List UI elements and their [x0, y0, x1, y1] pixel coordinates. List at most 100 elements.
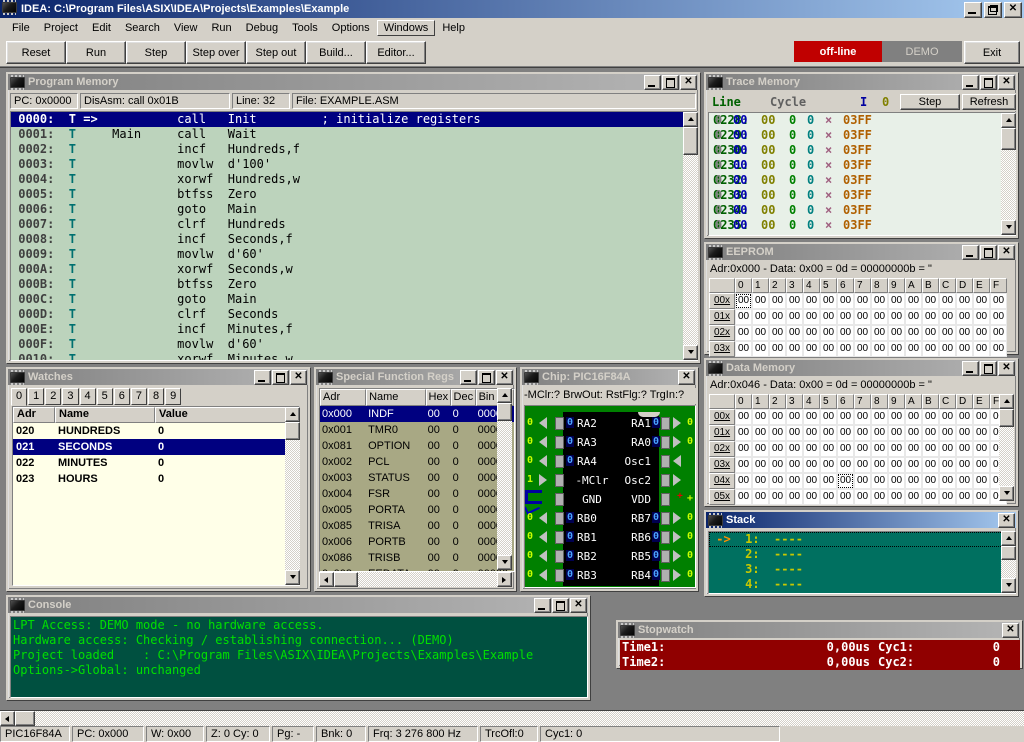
data-memory-cell[interactable]: 00: [905, 489, 922, 505]
data-memory-cell[interactable]: 00: [973, 473, 990, 489]
data-memory-cell[interactable]: 00: [820, 441, 837, 457]
close-icon[interactable]: ✕: [998, 245, 1015, 260]
program-memory-row[interactable]: 000C: T goto Main: [11, 292, 697, 307]
eeprom-cell[interactable]: 00: [786, 341, 803, 357]
console-title-bar[interactable]: Console ✕: [8, 597, 588, 613]
data-memory-cell[interactable]: 00: [922, 441, 939, 457]
program-memory-row[interactable]: 0000: T => call Init ; initialize regist…: [11, 112, 697, 127]
program-memory-row[interactable]: 0009: T movlw d'60': [11, 247, 697, 262]
data-memory-row-header[interactable]: 01x: [709, 425, 735, 441]
trace-step-button[interactable]: Step: [900, 94, 960, 110]
program-memory-listing[interactable]: 0000: T => call Init ; initialize regist…: [10, 111, 698, 361]
eeprom-cell[interactable]: 00: [871, 293, 888, 309]
data-memory-cell[interactable]: 00: [888, 409, 905, 425]
maximize-icon[interactable]: [980, 245, 997, 260]
trace-memory-row[interactable]: 0229: 0 00 00 0 0 × 03FF: [709, 128, 1015, 143]
sfr-vertical-scrollbar[interactable]: [497, 388, 512, 570]
sfr-title-bar[interactable]: Special Function Regs ✕: [316, 369, 514, 385]
data-memory-cell[interactable]: 00: [956, 409, 973, 425]
eeprom-cell[interactable]: 00: [735, 293, 752, 309]
data-memory-cell[interactable]: 00: [973, 425, 990, 441]
exit-button[interactable]: Exit: [964, 41, 1020, 64]
data-memory-cell[interactable]: 00: [769, 409, 786, 425]
eeprom-cell[interactable]: 00: [854, 309, 871, 325]
data-memory-cell[interactable]: 00: [871, 473, 888, 489]
eeprom-cell[interactable]: 00: [956, 309, 973, 325]
eeprom-cell[interactable]: 00: [769, 293, 786, 309]
chip-diagram[interactable]: 0 0 RA2 RA1 0 0 0 0 RA3 RA0 0 0 0 0 RA4 Osc1 1 -MClr Osc2 G…: [524, 405, 696, 588]
data-memory-cell[interactable]: 00: [871, 409, 888, 425]
menu-bar[interactable]: File Project Edit Search View Run Debug …: [0, 18, 1024, 38]
scroll-down-icon[interactable]: [497, 555, 512, 570]
minimize-icon[interactable]: [962, 245, 979, 260]
scroll-thumb[interactable]: [999, 409, 1014, 427]
step-over-button[interactable]: Step over: [186, 41, 246, 64]
menu-search[interactable]: Search: [118, 20, 167, 36]
program-memory-row[interactable]: 000F: T movlw d'60': [11, 337, 697, 352]
data-memory-cell[interactable]: 00: [956, 441, 973, 457]
watches-tab-7[interactable]: 7: [130, 388, 147, 405]
chip-title-bar[interactable]: Chip: PIC16F84A ✕: [522, 369, 696, 385]
menu-project[interactable]: Project: [37, 20, 85, 36]
data-memory-cell[interactable]: 00: [803, 457, 820, 473]
scroll-left-icon[interactable]: [0, 711, 15, 726]
minimize-icon[interactable]: [962, 75, 979, 90]
data-memory-cell[interactable]: 00: [939, 425, 956, 441]
sfr-row[interactable]: 0x000 INDF 00 0 00000: [320, 406, 514, 422]
data-memory-cell[interactable]: 00: [922, 489, 939, 505]
eeprom-cell[interactable]: 00: [990, 293, 1007, 309]
eeprom-cell[interactable]: 00: [803, 341, 820, 357]
eeprom-cell[interactable]: 00: [837, 325, 854, 341]
data-memory-cell[interactable]: 00: [973, 457, 990, 473]
trace-memory-listing[interactable]: 0228: 0 00 00 0 0 × 03FF 0229: 0 00 00 0 0 × 03FF 0230: 0…: [708, 112, 1016, 236]
trace-memory-row[interactable]: 0228: 0 00 00 0 0 × 03FF: [709, 113, 1015, 128]
scroll-down-icon[interactable]: [683, 345, 698, 360]
eeprom-cell[interactable]: 00: [769, 309, 786, 325]
data-memory-cell[interactable]: 00: [922, 425, 939, 441]
eeprom-cell[interactable]: 00: [786, 309, 803, 325]
program-memory-row[interactable]: 0008: T incf Seconds,f: [11, 232, 697, 247]
step-out-button[interactable]: Step out: [246, 41, 306, 64]
data-memory-row-header[interactable]: 02x: [709, 441, 735, 457]
data-memory-cell[interactable]: 00: [871, 489, 888, 505]
data-memory-cell[interactable]: 00: [905, 425, 922, 441]
watches-row[interactable]: 020 HUNDREDS 0: [13, 423, 299, 439]
data-memory-cell[interactable]: 00: [837, 441, 854, 457]
step-button[interactable]: Step: [126, 41, 186, 64]
eeprom-cell[interactable]: 00: [854, 293, 871, 309]
sfr-row[interactable]: 0x085 TRISA 00 0 00000: [320, 518, 514, 534]
eeprom-cell[interactable]: 00: [820, 325, 837, 341]
watches-tab-strip[interactable]: 0123456789: [11, 388, 182, 406]
program-memory-row[interactable]: 000E: T incf Minutes,f: [11, 322, 697, 337]
minimize-icon[interactable]: [962, 361, 979, 376]
watches-scrollbar[interactable]: [285, 407, 300, 585]
eeprom-cell[interactable]: 00: [854, 325, 871, 341]
sfr-row[interactable]: 0x086 TRISB 00 0 00000: [320, 550, 514, 566]
eeprom-cell[interactable]: 00: [735, 325, 752, 341]
scroll-thumb[interactable]: [15, 711, 35, 726]
close-icon[interactable]: ✕: [998, 75, 1015, 90]
program-memory-row[interactable]: 0001: T Main call Wait: [11, 127, 697, 142]
eeprom-cell[interactable]: 00: [922, 309, 939, 325]
data-memory-cell[interactable]: 00: [803, 425, 820, 441]
eeprom-cell[interactable]: 00: [973, 325, 990, 341]
data-memory-cell[interactable]: 00: [769, 441, 786, 457]
console-output[interactable]: LPT Access: DEMO mode - no hardware acce…: [10, 616, 588, 698]
sfr-row[interactable]: 0x003 STATUS 00 0 00000: [320, 470, 514, 486]
data-memory-cell[interactable]: 00: [786, 489, 803, 505]
data-memory-cell[interactable]: 00: [888, 489, 905, 505]
stack-scrollbar[interactable]: [1001, 531, 1016, 593]
data-memory-cell[interactable]: 00: [871, 441, 888, 457]
mdi-horizontal-scrollbar[interactable]: [0, 710, 1024, 726]
program-memory-row[interactable]: 000D: T clrf Seconds: [11, 307, 697, 322]
data-memory-cell[interactable]: 00: [786, 425, 803, 441]
data-memory-cell[interactable]: 00: [939, 409, 956, 425]
watches-tab-8[interactable]: 8: [148, 388, 165, 405]
eeprom-cell[interactable]: 00: [888, 341, 905, 357]
watches-tab-9[interactable]: 9: [165, 388, 182, 405]
maximize-icon[interactable]: [662, 75, 679, 90]
stack-row[interactable]: 2: ----: [709, 547, 1015, 562]
scroll-thumb[interactable]: [334, 572, 358, 587]
scroll-thumb[interactable]: [1001, 546, 1016, 560]
data-memory-cell[interactable]: 00: [956, 457, 973, 473]
